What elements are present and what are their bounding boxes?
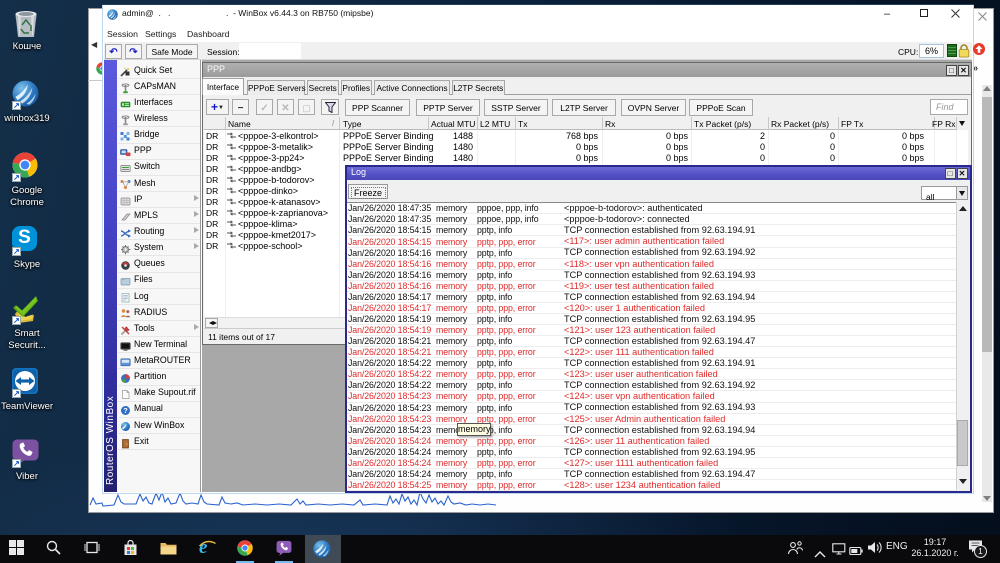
svg-text:?: ? — [123, 406, 128, 415]
